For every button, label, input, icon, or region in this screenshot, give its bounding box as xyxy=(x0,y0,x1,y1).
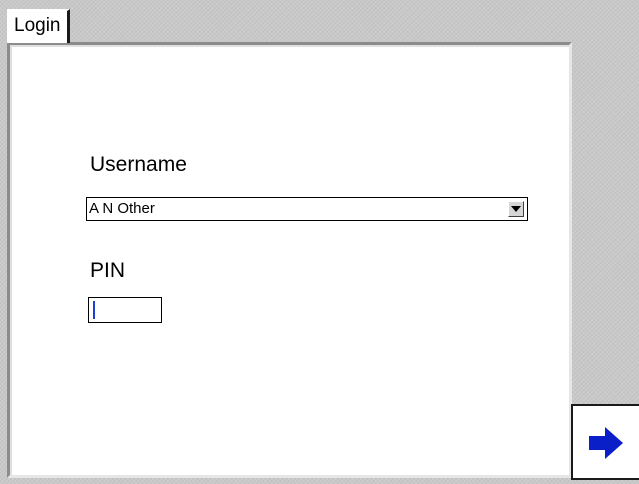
dropdown-button[interactable] xyxy=(508,201,524,217)
pin-input[interactable] xyxy=(88,297,162,323)
username-label: Username xyxy=(90,153,187,176)
username-select-value: A N Other xyxy=(89,200,155,217)
tab-login-label: Login xyxy=(14,15,61,36)
tab-login[interactable]: Login xyxy=(7,9,70,43)
login-panel: Username A N Other PIN xyxy=(7,42,572,478)
pin-label: PIN xyxy=(90,259,126,282)
arrow-right-icon xyxy=(589,427,623,459)
text-caret xyxy=(93,301,95,319)
login-panel-inner: Username A N Other PIN xyxy=(10,45,569,475)
chevron-down-icon xyxy=(511,206,521,212)
username-select[interactable]: A N Other xyxy=(86,197,528,221)
next-button[interactable] xyxy=(571,404,639,480)
